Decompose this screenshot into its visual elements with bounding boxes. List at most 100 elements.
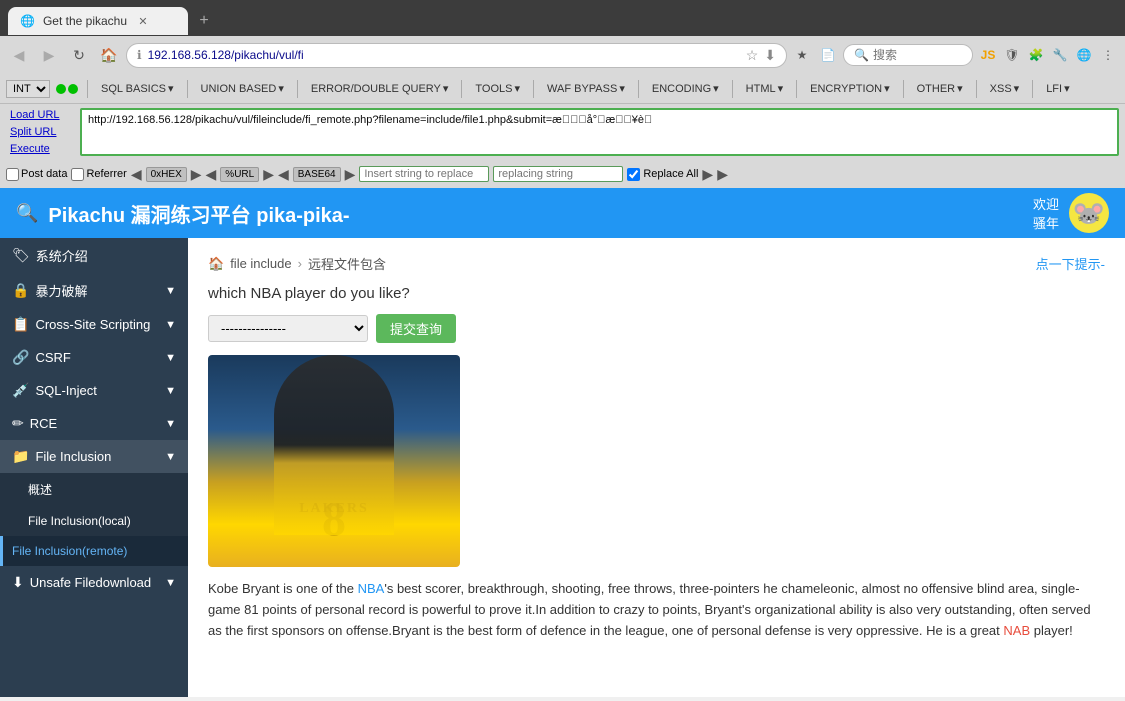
back-button[interactable]: ◀	[6, 42, 32, 68]
username-label: 骚年	[1033, 216, 1059, 231]
base64-label[interactable]: BASE64	[293, 167, 341, 182]
breadcrumb: 🏠 file include › 远程文件包含 点一下提示-	[208, 254, 1105, 273]
sidebar-item-sys-intro[interactable]: 🏷 系统介绍	[0, 238, 188, 273]
encoding-menu[interactable]: ENCODING	[648, 80, 723, 97]
sidebar-item-rce[interactable]: ✏ RCE ▼	[0, 407, 188, 440]
other-menu[interactable]: OTHER	[913, 80, 967, 97]
active-tab[interactable]: 🌐 Get the pikachu ✕	[8, 7, 188, 35]
lock-icon: 🔒	[12, 282, 29, 299]
extension-icon2[interactable]: 🔧	[1049, 44, 1071, 66]
refresh-button[interactable]: ↻	[66, 42, 92, 68]
desc-part3: player!	[1030, 623, 1073, 638]
player-select[interactable]: ---------------	[208, 315, 368, 342]
hex-label[interactable]: 0xHEX	[146, 167, 187, 182]
sep4	[461, 80, 462, 98]
file-inclusion-label: File Inclusion	[35, 449, 111, 464]
sep10	[976, 80, 977, 98]
shield-icon[interactable]: 🛡	[1001, 44, 1023, 66]
replace-all-label: Replace All	[643, 168, 698, 180]
page-icon[interactable]: 📄	[817, 44, 839, 66]
welcome-section: 欢迎 骚年	[1033, 194, 1059, 232]
bookmark-icon[interactable]: ☆	[746, 47, 759, 64]
csrf-icon: 🔗	[12, 349, 29, 366]
sep11	[1032, 80, 1033, 98]
sql-icon: 💉	[12, 382, 29, 399]
sidebar-item-csrf[interactable]: 🔗 CSRF ▼	[0, 341, 188, 374]
file-inclusion-sub: 概述 File Inclusion(local) File Inclusion(…	[0, 473, 188, 566]
html-menu[interactable]: HTML	[742, 80, 787, 97]
submit-button[interactable]: 提交查询	[376, 314, 456, 343]
sidebar-item-sql-inject[interactable]: 💉 SQL-Inject ▼	[0, 374, 188, 407]
execute-btn[interactable]: Execute	[6, 141, 74, 157]
encryption-menu[interactable]: ENCRYPTION	[806, 80, 893, 97]
sep3	[297, 80, 298, 98]
int-select[interactable]: INT	[6, 80, 50, 98]
replace-all-checkbox[interactable]	[627, 168, 640, 181]
bookmark-manager-icon[interactable]: ★	[791, 44, 813, 66]
split-url-btn[interactable]: Split URL	[6, 124, 74, 140]
right-arrow-3: ▶	[345, 166, 356, 183]
home-button[interactable]: 🏠	[96, 42, 122, 68]
sep8	[796, 80, 797, 98]
url-input[interactable]	[82, 110, 1117, 130]
search-icon: 🔍	[854, 48, 869, 62]
sidebar-sub-overview[interactable]: 概述	[0, 473, 188, 506]
post-data-checkbox[interactable]: Post data	[6, 168, 67, 181]
unsafe-download-arrow: ▼	[165, 577, 176, 589]
tab-favicon: 🌐	[20, 14, 35, 28]
sidebar-item-unsafe-filedownload[interactable]: ⬇ Unsafe Filedownload ▼	[0, 566, 188, 599]
js-icon[interactable]: JS	[977, 44, 999, 66]
load-url-btn[interactable]: Load URL	[6, 107, 74, 123]
replacing-string-input[interactable]	[493, 166, 623, 182]
player-silhouette	[274, 355, 394, 535]
player-image: 8 LAKERS	[208, 355, 460, 567]
sidebar-item-xss[interactable]: 📋 Cross-Site Scripting ▼	[0, 308, 188, 341]
xss-menu[interactable]: XSS	[986, 80, 1024, 97]
download-icon: ⬇	[12, 574, 24, 591]
breadcrumb-hint[interactable]: 点一下提示-	[1036, 254, 1105, 273]
menu-icon[interactable]: ⋮	[1097, 44, 1119, 66]
referrer-check[interactable]	[71, 168, 84, 181]
xss-arrow: ▼	[165, 319, 176, 331]
replace-all-section: Replace All	[627, 168, 698, 181]
sidebar-sub-local[interactable]: File Inclusion(local)	[0, 506, 188, 536]
nba-highlight: NBA	[358, 581, 385, 596]
tools-menu[interactable]: TOOLS	[471, 80, 524, 97]
tab-title: Get the pikachu	[43, 14, 127, 28]
post-data-check[interactable]	[6, 168, 19, 181]
address-bar-container: ℹ 192.168.56.128/pikachu/vul/fi ☆ ⬇	[126, 43, 787, 68]
pikachu-search-icon: 🔍	[16, 203, 38, 224]
user-avatar: 🐭	[1069, 193, 1109, 233]
new-tab-button[interactable]: +	[192, 9, 216, 33]
pikachu-icon: 🐭	[1073, 198, 1105, 229]
insert-string-input[interactable]	[359, 166, 489, 182]
sidebar: 🏷 系统介绍 🔒 暴力破解 ▼ 📋 Cross-Site Scripting ▼…	[0, 238, 188, 697]
extension-icon3[interactable]: 🌐	[1073, 44, 1095, 66]
download-icon[interactable]: ⬇	[764, 47, 776, 64]
lfi-menu[interactable]: LFI	[1042, 80, 1073, 97]
waf-bypass-menu[interactable]: WAF BYPASS	[543, 80, 629, 97]
sidebar-item-brute-force[interactable]: 🔒 暴力破解 ▼	[0, 273, 188, 308]
breadcrumb-current: 远程文件包含	[308, 254, 386, 273]
toolbar-left: INT	[6, 80, 78, 98]
main-panel: 🏠 file include › 远程文件包含 点一下提示- which NBA…	[188, 238, 1125, 697]
search-input[interactable]	[873, 48, 963, 62]
csrf-arrow: ▼	[165, 352, 176, 364]
app-title: Pikachu 漏洞练习平台 pika-pika-	[48, 199, 349, 228]
referrer-checkbox[interactable]: Referrer	[71, 168, 126, 181]
content-area: 🏷 系统介绍 🔒 暴力破解 ▼ 📋 Cross-Site Scripting ▼…	[0, 238, 1125, 697]
error-double-menu[interactable]: ERROR/DOUBLE QUERY	[307, 80, 453, 97]
player-select-row: --------------- 提交查询	[208, 314, 1105, 343]
app-header: 🔍 Pikachu 漏洞练习平台 pika-pika- 欢迎 骚年 🐭	[0, 188, 1125, 238]
extension-icon1[interactable]: 🧩	[1025, 44, 1047, 66]
address-input[interactable]: 192.168.56.128/pikachu/vul/fi	[148, 48, 740, 62]
sidebar-sub-remote[interactable]: File Inclusion(remote)	[0, 536, 188, 566]
tab-close-btn[interactable]: ✕	[135, 13, 151, 29]
forward-button[interactable]: ▶	[36, 42, 62, 68]
union-based-menu[interactable]: UNION BASED	[197, 80, 288, 97]
sep2	[187, 80, 188, 98]
file-inclusion-arrow: ▼	[165, 451, 176, 463]
sidebar-item-file-inclusion[interactable]: 📁 File Inclusion ▼	[0, 440, 188, 473]
sql-basics-menu[interactable]: SQL BASICS	[97, 80, 178, 97]
percent-label[interactable]: %URL	[220, 167, 259, 182]
